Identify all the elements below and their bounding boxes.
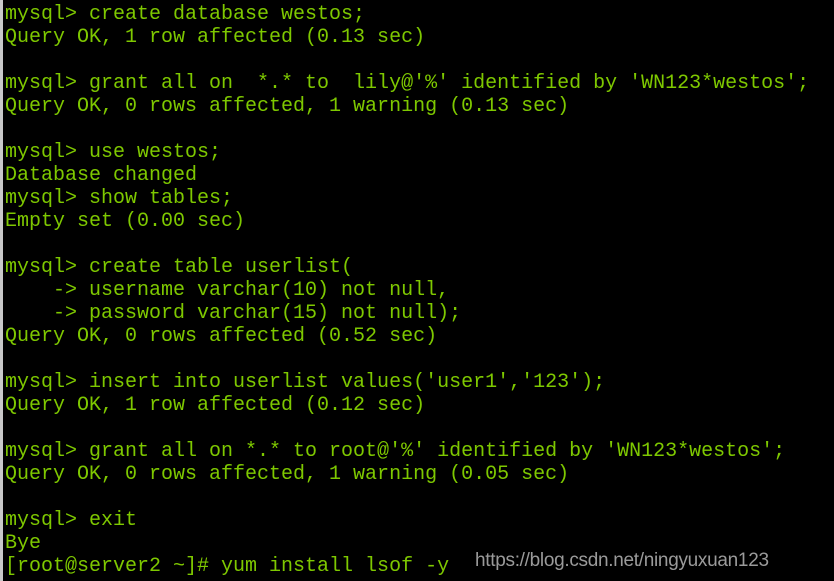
terminal-line: -> password varchar(15) not null); — [5, 302, 462, 325]
terminal-line: mysql> create database westos; — [5, 3, 366, 26]
terminal-line: mysql> create table userlist( — [5, 256, 354, 279]
terminal-line: Query OK, 0 rows affected, 1 warning (0.… — [5, 463, 570, 486]
terminal-line: Query OK, 1 row affected (0.12 sec) — [5, 394, 426, 417]
terminal-line: mysql> insert into userlist values('user… — [5, 371, 606, 394]
terminal-line: mysql> exit — [5, 509, 138, 532]
terminal-line: -> username varchar(10) not null, — [5, 279, 450, 302]
terminal-line: Query OK, 1 row affected (0.13 sec) — [5, 26, 426, 49]
terminal-line: mysql> grant all on *.* to root@'%' iden… — [5, 440, 786, 463]
terminal-line: Empty set (0.00 sec) — [5, 210, 246, 233]
terminal-line: mysql> use westos; — [5, 141, 222, 164]
terminal-line: mysql> grant all on *.* to lily@'%' iden… — [5, 72, 810, 95]
watermark: https://blog.csdn.net/ningyuxuan123 — [475, 550, 769, 571]
terminal-line: Query OK, 0 rows affected (0.52 sec) — [5, 325, 438, 348]
terminal-window[interactable]: mysql> create database westos; Query OK, … — [0, 0, 834, 581]
terminal-line: mysql> show tables; — [5, 187, 234, 210]
terminal-line: Database changed — [5, 164, 198, 187]
terminal-output: mysql> create database westos; Query OK, … — [5, 3, 809, 578]
terminal-line: Query OK, 0 rows affected, 1 warning (0.… — [5, 95, 570, 118]
